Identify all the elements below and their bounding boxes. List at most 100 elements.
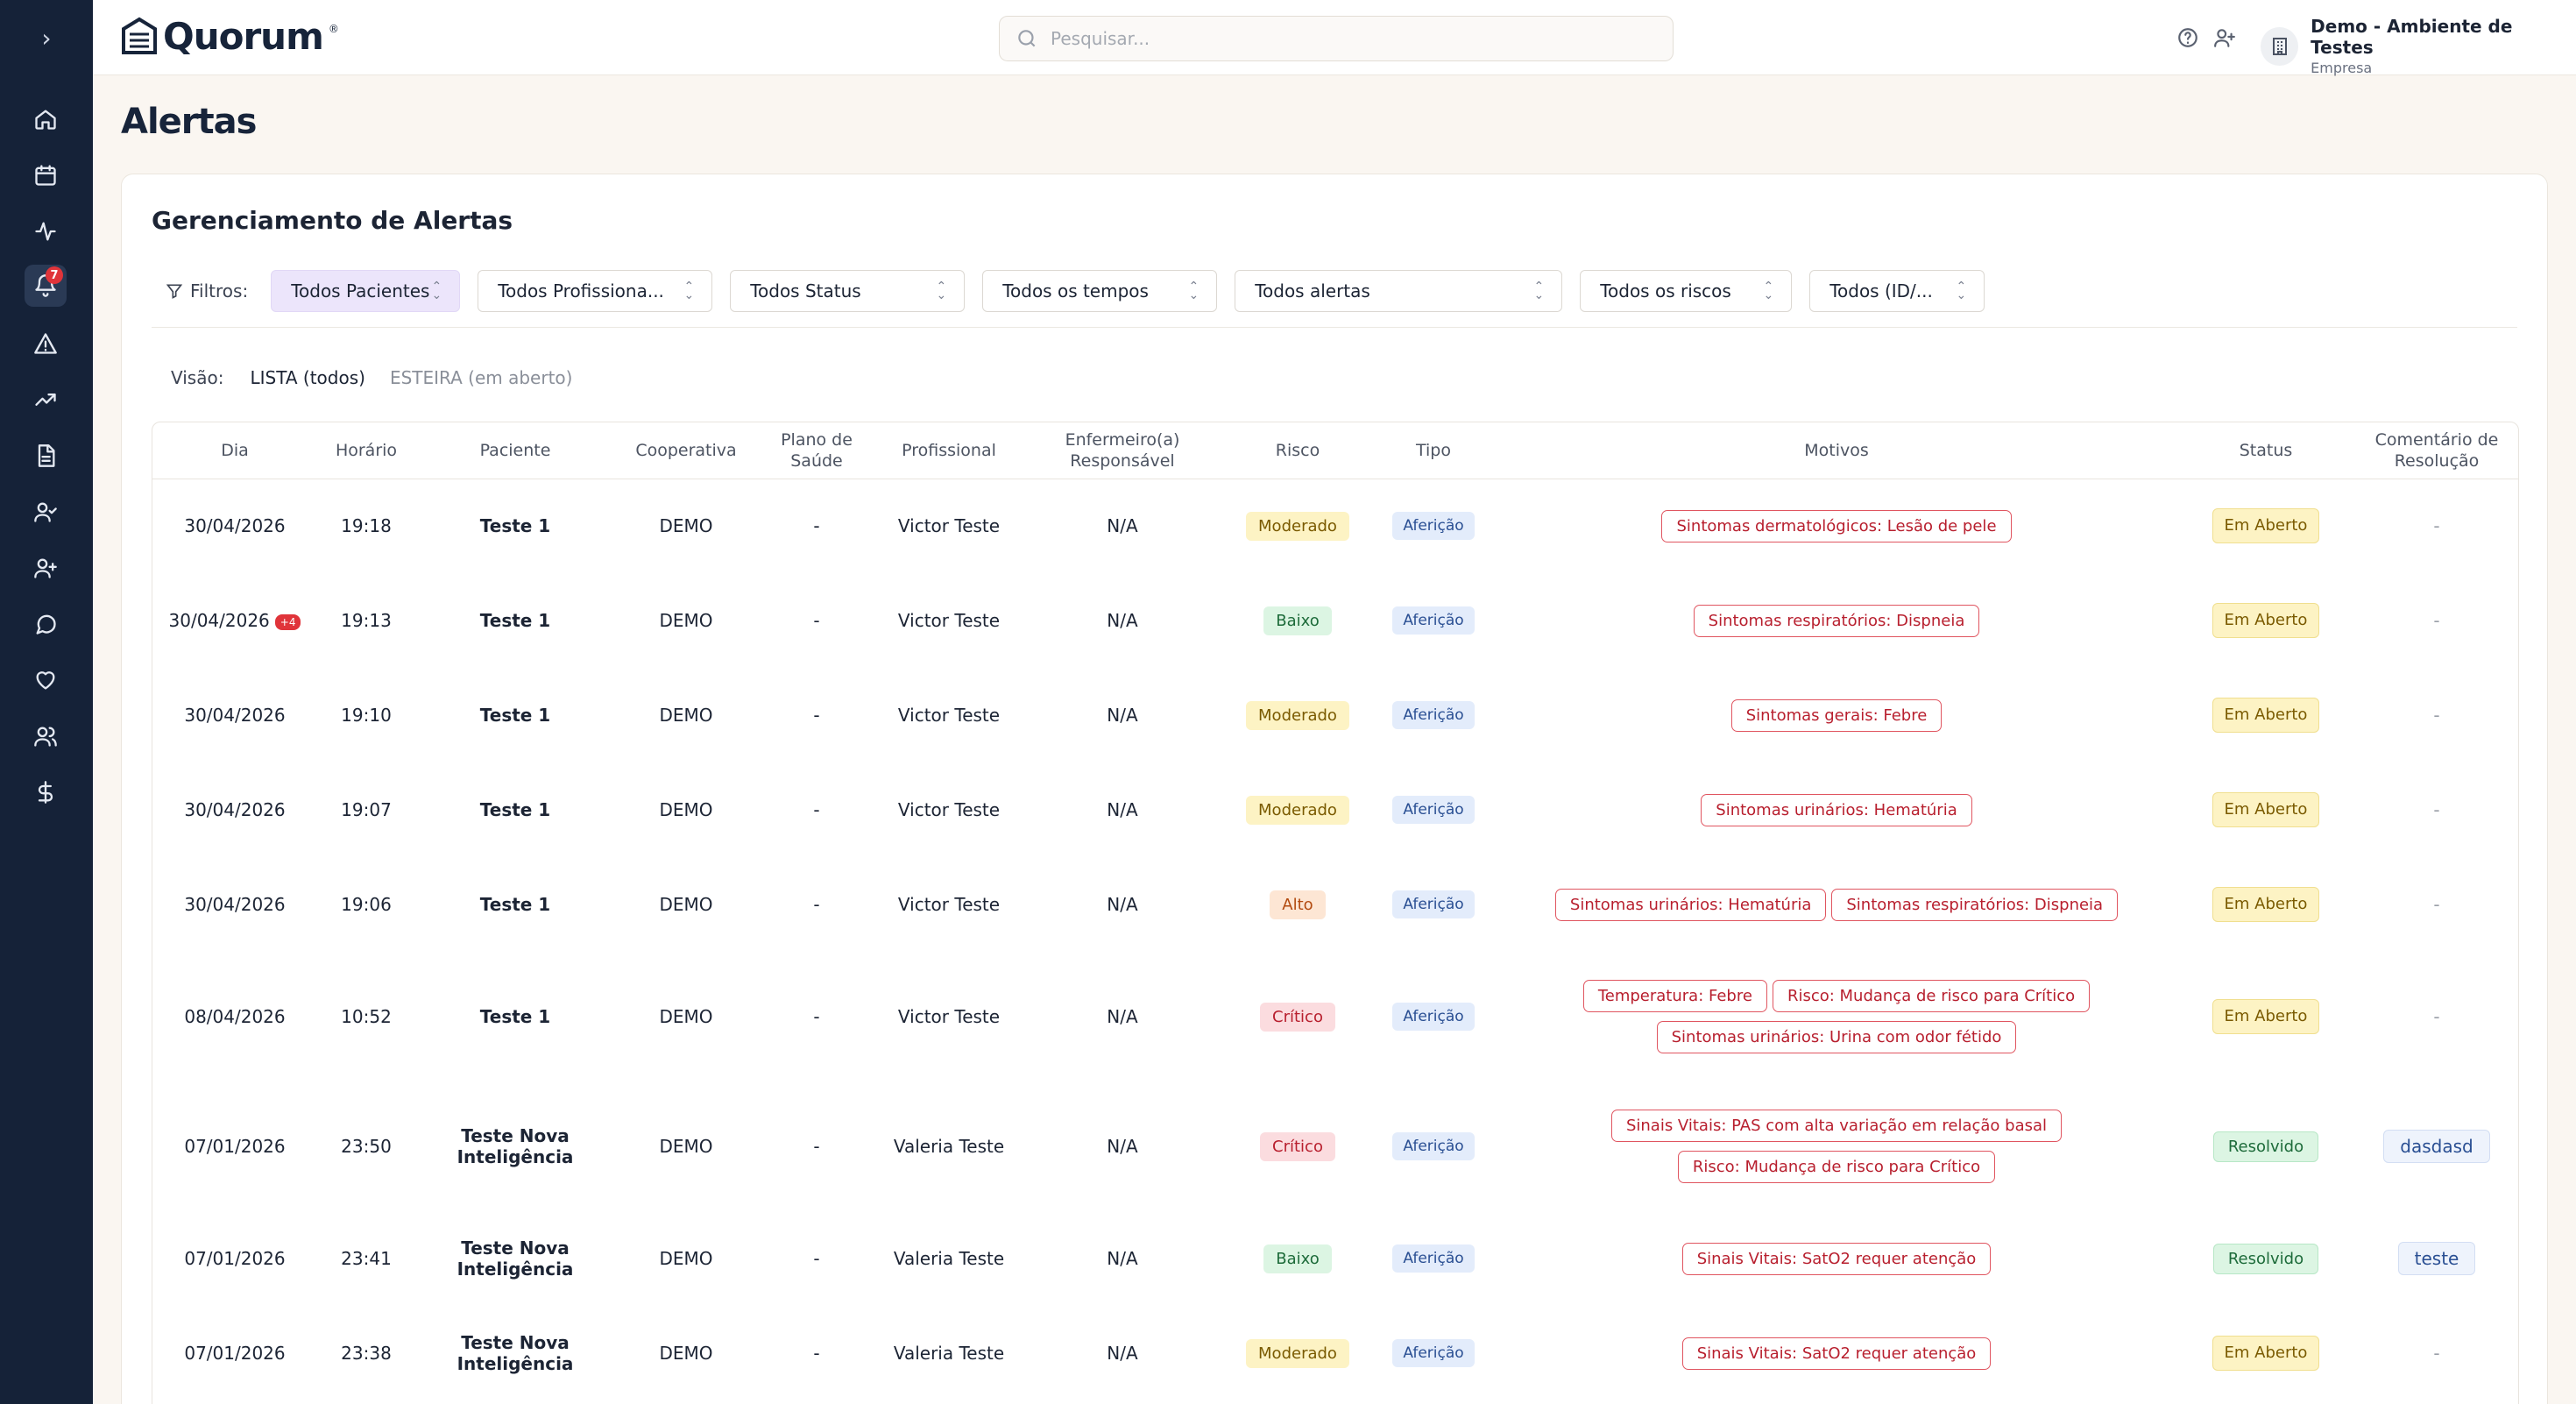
cell-professional: Victor Teste xyxy=(897,610,1001,631)
risk-badge: Baixo xyxy=(1263,606,1332,635)
quorum-logo[interactable]: Quorum ® xyxy=(121,14,339,58)
sidebar-item-finance[interactable] xyxy=(25,771,67,813)
filters-bar: Filtros: Todos Pacientes ⌃ ⌄ Todos Profis… xyxy=(152,269,2517,313)
type-badge: Aferição xyxy=(1392,890,1475,918)
tab-list-all[interactable]: LISTA (todos) xyxy=(250,362,364,394)
org-role: Empresa xyxy=(2311,60,2373,76)
column-header[interactable]: Horário xyxy=(317,422,415,479)
sidebar-item-alerts[interactable]: 7 xyxy=(25,265,67,307)
column-header[interactable]: Motivos xyxy=(1495,422,2178,479)
resolution-comment: - xyxy=(2433,610,2440,631)
sidebar-item-users[interactable] xyxy=(25,715,67,757)
cell-comment: - xyxy=(2353,952,2518,1081)
table-row[interactable]: 07/01/2026 23:38 Teste Nova Inteligência DE… xyxy=(152,1306,2518,1400)
card-title: Gerenciamento de Alertas xyxy=(152,206,513,235)
sidebar-item-activity[interactable] xyxy=(25,210,67,252)
column-header[interactable]: Comentário de Resolução xyxy=(2353,422,2518,479)
sidebar-item-calendar[interactable] xyxy=(25,154,67,196)
cell-comment: - xyxy=(2353,1306,2518,1400)
risk-badge: Crítico xyxy=(1260,1131,1335,1161)
cell-nurse: N/A xyxy=(1107,1248,1138,1269)
filter-time-select[interactable]: Todos os tempos ⌃ ⌄ xyxy=(982,270,1218,312)
cell-risk: Baixo xyxy=(1223,1211,1372,1306)
table-row[interactable]: 08/04/2026 10:52 Teste 1 DEMO - Victor Teste N… xyxy=(152,952,2518,1081)
cell-patient[interactable]: Teste 1 xyxy=(415,762,615,857)
document-icon xyxy=(38,444,55,467)
cell-patient[interactable]: Teste 1 xyxy=(415,952,615,1081)
column-header[interactable]: Status xyxy=(2178,422,2353,479)
cell-type: Aferição xyxy=(1372,762,1495,857)
sidebar-item-user-check[interactable] xyxy=(25,491,67,533)
cell-risk: Moderado xyxy=(1223,762,1372,857)
column-header[interactable]: Risco xyxy=(1223,422,1372,479)
cell-type: Aferição xyxy=(1372,479,1495,573)
filter-alerts-select[interactable]: Todos alertas ⌃ ⌄ xyxy=(1235,270,1563,312)
sidebar-item-documents[interactable] xyxy=(25,435,67,477)
cell-professional: Valeria Teste xyxy=(893,1343,1005,1364)
cell-patient[interactable]: Teste Nova Inteligência xyxy=(415,1211,615,1306)
invite-user-button[interactable] xyxy=(2213,26,2236,49)
sidebar-item-user-add[interactable] xyxy=(25,547,67,589)
table-row[interactable]: 30/04/2026 19:07 Teste 1 DEMO - Victor Teste N… xyxy=(152,762,2518,857)
calendar-icon xyxy=(35,165,56,186)
filter-status-select[interactable]: Todos Status ⌃ ⌄ xyxy=(730,270,966,312)
cell-patient[interactable]: Teste Nova Inteligência xyxy=(415,1306,615,1400)
reason-tag: Sintomas urinários: Urina com odor fétid… xyxy=(1656,1021,2017,1053)
filters-label: Filtros: xyxy=(166,280,248,301)
cell-risk: Moderado xyxy=(1223,668,1372,762)
table-row[interactable]: 07/01/2026 23:41 Teste Nova Inteligência DE… xyxy=(152,1211,2518,1306)
cell-patient[interactable]: Teste 1 xyxy=(415,857,615,952)
table-row[interactable]: 30/04/2026 19:18 Teste 1 DEMO - Victor Teste N… xyxy=(152,479,2518,573)
column-header[interactable]: Enfermeiro(a) Responsável xyxy=(1022,422,1223,479)
page-title: Alertas xyxy=(121,102,257,142)
column-header[interactable]: Profissional xyxy=(876,422,1022,479)
column-header[interactable]: Tipo xyxy=(1372,422,1495,479)
table-row[interactable]: 30/04/2026 19:06 Teste 1 DEMO - Victor Teste N… xyxy=(152,857,2518,952)
cell-time: 19:10 xyxy=(341,705,392,726)
resolution-comment: dasdasd xyxy=(2383,1130,2490,1163)
organization-switcher[interactable]: Demo - Ambiente de Testes Empresa xyxy=(2261,16,2576,76)
type-badge: Aferição xyxy=(1392,1132,1475,1160)
reason-tag: Sintomas gerais: Febre xyxy=(1730,698,1943,732)
cell-cooperative: DEMO xyxy=(659,705,713,726)
resolution-comment: - xyxy=(2433,515,2440,537)
filter-id-select[interactable]: Todos (ID/... ⌃ ⌄ xyxy=(1809,270,1985,312)
cell-patient[interactable]: Teste 1 xyxy=(415,668,615,762)
filter-professionals-select[interactable]: Todos Profissiona... ⌃ ⌄ xyxy=(478,270,713,312)
table-row[interactable]: 30/04/2026 +4 19:13 Teste 1 DEMO - Victor Test… xyxy=(152,573,2518,668)
sidebar-toggle-button[interactable]: › xyxy=(0,0,93,75)
cell-time: 23:41 xyxy=(341,1248,392,1269)
cell-patient[interactable]: Teste 1 xyxy=(415,573,615,668)
column-header[interactable]: Dia xyxy=(152,422,317,479)
sidebar-item-messages[interactable] xyxy=(25,603,67,645)
search-input[interactable] xyxy=(1051,28,1646,49)
cell-comment: - xyxy=(2353,479,2518,573)
sidebar-item-home[interactable] xyxy=(25,98,67,140)
help-button[interactable] xyxy=(2176,26,2199,49)
column-header[interactable]: Plano de Saúde xyxy=(757,422,876,479)
activity-icon xyxy=(35,222,56,241)
column-header[interactable]: Cooperativa xyxy=(615,422,757,479)
cell-professional: Valeria Teste xyxy=(893,1136,1005,1157)
table-row[interactable]: 30/04/2026 19:10 Teste 1 DEMO - Victor Teste N… xyxy=(152,668,2518,762)
sidebar-item-health[interactable] xyxy=(25,659,67,701)
cell-patient[interactable]: Teste 1 xyxy=(415,479,615,573)
cell-comment: - xyxy=(2353,857,2518,952)
type-badge: Aferição xyxy=(1392,1244,1475,1273)
tab-pipeline-open[interactable]: ESTEIRA (em aberto) xyxy=(390,362,573,394)
search-box[interactable] xyxy=(999,16,1674,61)
logo-text: Quorum xyxy=(163,14,324,58)
sidebar-item-warnings[interactable] xyxy=(25,323,67,365)
cell-type: Aferição xyxy=(1372,668,1495,762)
cell-health-plan: - xyxy=(813,515,820,537)
cell-patient[interactable]: Teste Nova Inteligência xyxy=(415,1081,615,1211)
chevron-up-down-icon: ⌃ ⌄ xyxy=(683,280,695,302)
column-header[interactable]: Paciente xyxy=(415,422,615,479)
filter-risks-select[interactable]: Todos os riscos ⌃ ⌄ xyxy=(1580,270,1793,312)
table-row[interactable]: 07/01/2026 23:50 Teste Nova Inteligência DE… xyxy=(152,1081,2518,1211)
sidebar-item-trends[interactable] xyxy=(25,379,67,421)
cell-status: Em Aberto xyxy=(2178,857,2353,952)
filter-patients-select[interactable]: Todos Pacientes ⌃ ⌄ xyxy=(271,270,461,312)
resolution-comment: - xyxy=(2433,1006,2440,1027)
reason-tag: Sinais Vitais: SatO2 requer atenção xyxy=(1681,1337,1992,1370)
